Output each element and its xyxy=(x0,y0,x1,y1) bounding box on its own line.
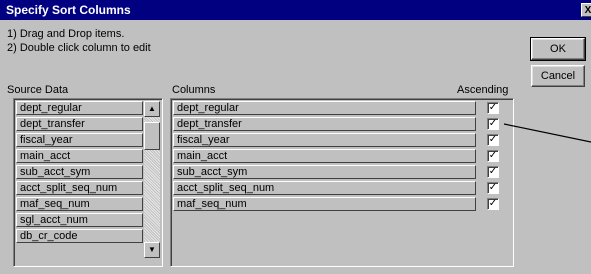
columns-label: Columns xyxy=(172,84,216,96)
ascending-label: Ascending xyxy=(457,84,509,96)
column-item-main-acct[interactable]: main_acct xyxy=(173,149,476,163)
source-data-list[interactable]: dept_regular dept_transfer fiscal_year m… xyxy=(13,98,163,267)
close-button[interactable]: X xyxy=(581,3,591,17)
source-scrollbar[interactable]: ▲ ▼ xyxy=(144,101,160,258)
instruction-drag-drop: 1) Drag and Drop items. xyxy=(7,28,125,40)
source-item-fiscal-year[interactable]: fiscal_year xyxy=(16,133,143,147)
source-item-main-acct[interactable]: main_acct xyxy=(16,149,143,163)
column-item-sub-acct-sym[interactable]: sub_acct_sym xyxy=(173,165,476,179)
scroll-thumb[interactable] xyxy=(144,122,160,150)
column-item-dept-transfer[interactable]: dept_transfer xyxy=(173,117,476,131)
source-item-dept-regular[interactable]: dept_regular xyxy=(16,101,143,115)
source-item-sub-acct-sym[interactable]: sub_acct_sym xyxy=(16,165,143,179)
source-item-db-cr-code[interactable]: db_cr_code xyxy=(16,229,143,243)
source-data-label: Source Data xyxy=(7,84,69,96)
window-title: Specify Sort Columns xyxy=(6,3,131,17)
source-item-acct-split-seq-num[interactable]: acct_split_seq_num xyxy=(16,181,143,195)
column-item-dept-regular[interactable]: dept_regular xyxy=(173,101,476,115)
ascending-checkbox[interactable]: ✓ xyxy=(487,134,499,146)
ascending-checkbox[interactable]: ✓ xyxy=(487,102,499,114)
columns-list[interactable]: dept_regular dept_transfer fiscal_year m… xyxy=(170,98,514,267)
instruction-double-click: 2) Double click column to edit xyxy=(7,42,151,54)
ok-button[interactable]: OK xyxy=(530,37,586,61)
ascending-checkbox[interactable]: ✓ xyxy=(487,118,499,130)
ascending-checkbox[interactable]: ✓ xyxy=(487,198,499,210)
source-item-dept-transfer[interactable]: dept_transfer xyxy=(16,117,143,131)
cancel-button[interactable]: Cancel xyxy=(531,65,585,87)
ascending-checkbox[interactable]: ✓ xyxy=(487,150,499,162)
ascending-checkbox[interactable]: ✓ xyxy=(487,166,499,178)
source-item-maf-seq-num[interactable]: maf_seq_num xyxy=(16,197,143,211)
scroll-up-icon[interactable]: ▲ xyxy=(144,101,160,117)
column-item-fiscal-year[interactable]: fiscal_year xyxy=(173,133,476,147)
ascending-checkbox[interactable]: ✓ xyxy=(487,182,499,194)
title-bar: Specify Sort Columns X xyxy=(0,0,591,20)
column-item-maf-seq-num[interactable]: maf_seq_num xyxy=(173,197,476,211)
scroll-down-icon[interactable]: ▼ xyxy=(144,242,160,258)
source-item-sgl-acct-num[interactable]: sgl_acct_num xyxy=(16,213,143,227)
column-item-acct-split-seq-num[interactable]: acct_split_seq_num xyxy=(173,181,476,195)
